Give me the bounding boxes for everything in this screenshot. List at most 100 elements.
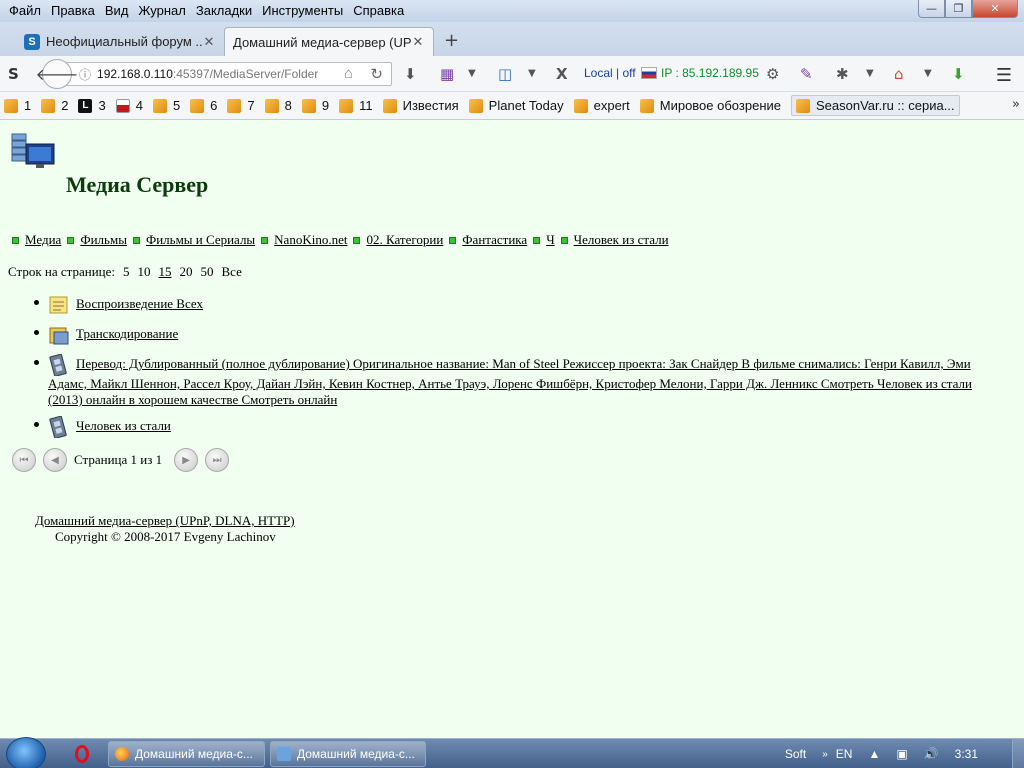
volume-icon[interactable]: 🔊 — [924, 747, 939, 761]
bookmark-item[interactable]: 11 — [339, 98, 373, 113]
breadcrumb-link[interactable]: Фильмы — [80, 232, 127, 248]
close-window-button[interactable]: ✕ — [972, 0, 1018, 18]
breadcrumb-link[interactable]: Человек из стали — [574, 232, 669, 248]
restore-icon: ❐ — [953, 2, 964, 15]
reload-icon[interactable]: ↻ — [370, 65, 383, 83]
rss-icon — [227, 98, 242, 113]
breadcrumb-link[interactable]: Фантастика — [462, 232, 527, 248]
s3-extension-icon[interactable]: ◫ — [498, 65, 512, 83]
menu-bookmarks[interactable]: Закладки — [191, 2, 257, 19]
firefox-taskbar-button[interactable]: Домашний медиа-с... — [108, 741, 265, 767]
bookmark-label: 11 — [359, 98, 373, 113]
rows-option[interactable]: 10 — [138, 264, 151, 280]
back-button[interactable]: 🡐 — [36, 59, 78, 89]
x-extension-icon[interactable]: X — [556, 65, 568, 83]
show-desktop-button[interactable] — [1012, 739, 1024, 768]
url-bar[interactable]: ⓘ 192.168.0.110 :45397/MediaServer/Folde… — [60, 62, 392, 86]
movie-description-link[interactable]: Перевод: Дублированный (полное дублирова… — [48, 356, 972, 407]
bug-icon[interactable]: ✱ — [836, 65, 849, 83]
prev-page-button[interactable]: ◀ — [43, 448, 67, 472]
chevron-down-icon[interactable]: ▼ — [924, 68, 932, 79]
rows-option[interactable]: 5 — [123, 264, 130, 280]
home-icon[interactable]: ⌂ — [344, 65, 353, 82]
bookmark-item[interactable]: SeasonVar.ru :: сериа... — [790, 95, 960, 116]
minimize-button[interactable]: — — [918, 0, 945, 18]
home-colored-icon[interactable]: ⌂ — [894, 65, 904, 83]
breadcrumb-link[interactable]: 02. Категории — [366, 232, 443, 248]
opera-taskbar-button[interactable] — [68, 741, 96, 767]
bookmark-item[interactable]: 2 — [41, 98, 68, 113]
bookmark-item[interactable]: 7 — [227, 98, 255, 113]
local-status-text[interactable]: Local | off — [584, 66, 636, 80]
bookmark-item[interactable]: Planet Today — [468, 98, 564, 113]
menu-hamburger-icon[interactable]: ☰ — [996, 65, 1012, 86]
start-button[interactable] — [6, 737, 46, 768]
list-item: Воспроизведение Всех — [34, 294, 1000, 316]
last-page-icon: ⏭ — [212, 454, 222, 466]
bookmark-item[interactable]: L3 — [78, 98, 106, 113]
transcode-link[interactable]: Транскодирование — [76, 326, 178, 341]
language-soft[interactable]: Soft — [785, 747, 806, 761]
menu-edit[interactable]: Правка — [46, 2, 100, 19]
bookmark-item[interactable]: Мировое обозрение — [639, 98, 781, 113]
menu-history[interactable]: Журнал — [133, 2, 190, 19]
footer-link[interactable]: Домашний медиа-сервер (UPnP, DLNA, HTTP) — [35, 513, 295, 529]
doc-icon — [115, 98, 130, 113]
rows-option[interactable]: 50 — [201, 264, 214, 280]
breadcrumb-link[interactable]: NanoKino.net — [274, 232, 347, 248]
chevron-down-icon[interactable]: ▼ — [866, 68, 874, 79]
last-page-button[interactable]: ⏭ — [205, 448, 230, 472]
bookmark-item[interactable]: 6 — [190, 98, 217, 113]
bookmark-item[interactable]: 4 — [115, 98, 143, 113]
bookmark-item[interactable]: 5 — [152, 98, 180, 113]
download-green-icon[interactable]: ⬇ — [952, 65, 965, 83]
chevron-down-icon[interactable]: ▼ — [528, 68, 536, 79]
chevron-down-icon[interactable]: ▼ — [468, 68, 476, 79]
bullet-icon — [449, 236, 457, 244]
next-page-icon: ▶ — [182, 454, 190, 466]
breadcrumb-link[interactable]: Медиа — [25, 232, 61, 248]
play-all-link[interactable]: Воспроизведение Всех — [76, 296, 203, 311]
apps-grid-icon[interactable]: ▦ — [440, 65, 454, 83]
bullet-icon — [560, 236, 568, 244]
sync-s-icon[interactable]: S — [8, 65, 19, 83]
new-tab-icon[interactable]: + — [444, 30, 459, 51]
bookmark-item[interactable]: Известия — [382, 98, 459, 113]
next-page-button[interactable]: ▶ — [174, 448, 199, 472]
rss-icon — [573, 98, 588, 113]
menu-view[interactable]: Вид — [100, 2, 134, 19]
site-info-icon[interactable]: ⓘ — [79, 66, 91, 83]
first-page-button[interactable]: ⏮ — [12, 448, 36, 472]
menu-help[interactable]: Справка — [348, 2, 409, 19]
media-server-icon — [277, 747, 291, 761]
bookmark-item[interactable]: 8 — [264, 98, 292, 113]
chevron-right-icon[interactable]: » — [1012, 97, 1020, 112]
menu-file[interactable]: Файл — [4, 2, 46, 19]
chevron-up-icon[interactable]: » — [822, 749, 828, 760]
feather-icon[interactable]: ✎ — [800, 65, 813, 83]
maximize-button[interactable]: ❐ — [945, 0, 972, 18]
rows-option[interactable]: 20 — [180, 264, 193, 280]
bookmark-item[interactable]: expert — [573, 98, 630, 113]
list-item: Человек из стали — [34, 416, 1000, 438]
download-icon[interactable]: ⬇ — [404, 65, 417, 83]
tab-media-server[interactable]: Домашний медиа-сервер (UP... ✕ — [224, 27, 434, 56]
bookmark-label: Planet Today — [488, 98, 564, 113]
extension-icon[interactable]: ⚙ — [766, 65, 779, 83]
bookmark-item[interactable]: 9 — [301, 98, 329, 113]
breadcrumb-link[interactable]: Ч — [546, 232, 554, 248]
rows-option-selected[interactable]: 15 — [159, 264, 172, 280]
movie-title-link[interactable]: Человек из стали — [76, 418, 171, 433]
show-hidden-icons-icon[interactable]: ▲ — [868, 747, 880, 761]
network-icon[interactable]: ▣ — [896, 747, 907, 761]
menu-tools[interactable]: Инструменты — [257, 2, 348, 19]
tab-close-icon[interactable]: ✕ — [411, 34, 425, 50]
breadcrumb-link[interactable]: Фильмы и Сериалы — [146, 232, 255, 248]
bookmark-item[interactable]: 1 — [4, 98, 31, 113]
tab-close-icon[interactable]: ✕ — [202, 34, 216, 50]
tab-forum[interactable]: S Неофициальный форум ... ✕ — [16, 27, 224, 56]
language-indicator[interactable]: EN — [836, 747, 853, 761]
rows-option[interactable]: Все — [222, 264, 242, 280]
clock[interactable]: 3:31 — [955, 747, 978, 761]
media-server-taskbar-button[interactable]: Домашний медиа-с... — [270, 741, 426, 767]
